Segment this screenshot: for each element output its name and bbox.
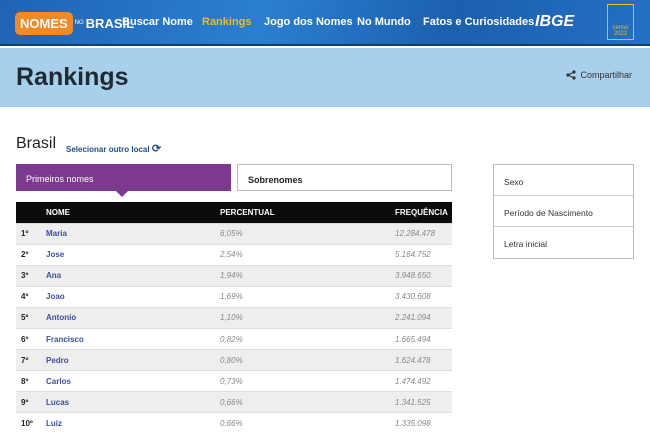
- cell-frequencia: 3.948.650: [395, 264, 452, 287]
- cell-rank: 6º: [16, 327, 46, 350]
- cell-frequencia: 1.341.525: [395, 391, 452, 413]
- cell-rank: 4º: [16, 285, 46, 308]
- cell-percentual: 0,66%: [220, 391, 395, 413]
- cell-name[interactable]: Luiz: [46, 412, 220, 434]
- cell-percentual: 0,80%: [220, 349, 395, 371]
- nomes-no-brasil-logo[interactable]: NOMES NO BRASIL: [15, 8, 134, 38]
- table-row: 7º Pedro 0,80% 1.624.478: [16, 349, 452, 371]
- cell-frequencia: 5.164.752: [395, 243, 452, 266]
- cell-percentual: 1,10%: [220, 306, 395, 329]
- cell-name[interactable]: Jose: [46, 243, 220, 266]
- cell-frequencia: 1.335.098: [395, 412, 452, 434]
- top-navigation: NOMES NO BRASIL Buscar Nome Rankings Jog…: [0, 0, 650, 46]
- cell-rank: 10º: [16, 412, 46, 434]
- cell-percentual: 0,66%: [220, 412, 395, 434]
- cell-frequencia: 12.284.478: [395, 222, 452, 245]
- cell-rank: 7º: [16, 349, 46, 371]
- nav-no-mundo[interactable]: No Mundo: [357, 16, 411, 28]
- tab-sobrenomes[interactable]: Sobrenomes: [237, 164, 452, 191]
- ibge-logo[interactable]: IBGE: [535, 13, 574, 31]
- cell-percentual: 0,82%: [220, 327, 395, 350]
- location-name: Brasil: [16, 135, 57, 152]
- cell-name[interactable]: Pedro: [46, 349, 220, 371]
- share-icon: [566, 70, 577, 80]
- censo-2022-logo[interactable]: censo 2022: [607, 4, 634, 40]
- table-row: 5º Antonio 1,10% 2.241.094: [16, 306, 452, 329]
- cell-name[interactable]: Lucas: [46, 391, 220, 413]
- table-row: 9º Lucas 0,66% 1.341.525: [16, 391, 452, 413]
- cell-frequencia: 1.474.492: [395, 370, 452, 392]
- table-row: 10º Luiz 0,66% 1.335.098: [16, 412, 452, 434]
- cell-frequencia: 1.624.478: [395, 349, 452, 371]
- cell-rank: 3º: [16, 264, 46, 287]
- page-title: Rankings: [16, 63, 129, 91]
- select-location-link[interactable]: Selecionar outro local ⟳: [66, 142, 161, 155]
- logo-no: NO: [74, 20, 84, 26]
- table-row: 8º Carlos 0,73% 1.474.492: [16, 370, 452, 392]
- table-row: 4º Joao 1,69% 3.430.608: [16, 285, 452, 308]
- cell-percentual: 1,69%: [220, 285, 395, 308]
- cell-percentual: 0,73%: [220, 370, 395, 392]
- cell-percentual: 2,54%: [220, 243, 395, 266]
- filter-sexo[interactable]: Sexo: [494, 165, 633, 196]
- nav-buscar-nome[interactable]: Buscar Nome: [122, 16, 193, 28]
- table-row: 2º Jose 2,54% 5.164.752: [16, 243, 452, 266]
- col-frequencia: FREQUÊNCIA: [395, 202, 452, 223]
- nav-rankings[interactable]: Rankings: [202, 16, 252, 28]
- cell-rank: 1º: [16, 222, 46, 245]
- logo-nomes: NOMES: [15, 11, 73, 35]
- cell-frequencia: 2.241.094: [395, 306, 452, 329]
- filter-letra-inicial[interactable]: Letra inicial: [494, 227, 633, 258]
- cell-name[interactable]: Maria: [46, 222, 220, 245]
- select-location-label: Selecionar outro local: [66, 145, 150, 154]
- cell-frequencia: 1.665.494: [395, 327, 452, 350]
- cell-percentual: 6,05%: [220, 222, 395, 245]
- cell-name[interactable]: Joao: [46, 285, 220, 308]
- table-row: 3º Ana 1,94% 3.948.650: [16, 264, 452, 287]
- cell-rank: 8º: [16, 370, 46, 392]
- cell-rank: 9º: [16, 391, 46, 413]
- refresh-icon: ⟳: [151, 143, 162, 155]
- col-percentual: PERCENTUAL: [220, 202, 395, 223]
- col-nome: NOME: [46, 202, 220, 223]
- nav-jogo-dos-nomes[interactable]: Jogo dos Nomes: [264, 16, 353, 28]
- share-button[interactable]: Compartilhar: [566, 70, 632, 80]
- cell-percentual: 1,94%: [220, 264, 395, 287]
- tab-primeiros-nomes[interactable]: Primeiros nomes: [16, 164, 231, 197]
- cell-rank: 2º: [16, 243, 46, 266]
- cell-name[interactable]: Francisco: [46, 327, 220, 350]
- cell-name[interactable]: Carlos: [46, 370, 220, 392]
- filters-panel: Sexo Período de Nascimento Letra inicial: [493, 164, 634, 259]
- share-label: Compartilhar: [580, 70, 632, 80]
- cell-name[interactable]: Antonio: [46, 306, 220, 329]
- filter-periodo-nascimento[interactable]: Período de Nascimento: [494, 196, 633, 227]
- nav-fatos-curiosidades[interactable]: Fatos e Curiosidades: [423, 16, 534, 28]
- rankings-table: NOME PERCENTUAL FREQUÊNCIA 1º Maria 6,05% 1…: [16, 202, 452, 434]
- table-row: 6º Francisco 0,82% 1.665.494: [16, 327, 452, 350]
- table-row: 1º Maria 6,05% 12.284.478: [16, 222, 452, 245]
- cell-rank: 5º: [16, 306, 46, 329]
- col-rank: [16, 202, 46, 223]
- cell-frequencia: 3.430.608: [395, 285, 452, 308]
- cell-name[interactable]: Ana: [46, 264, 220, 287]
